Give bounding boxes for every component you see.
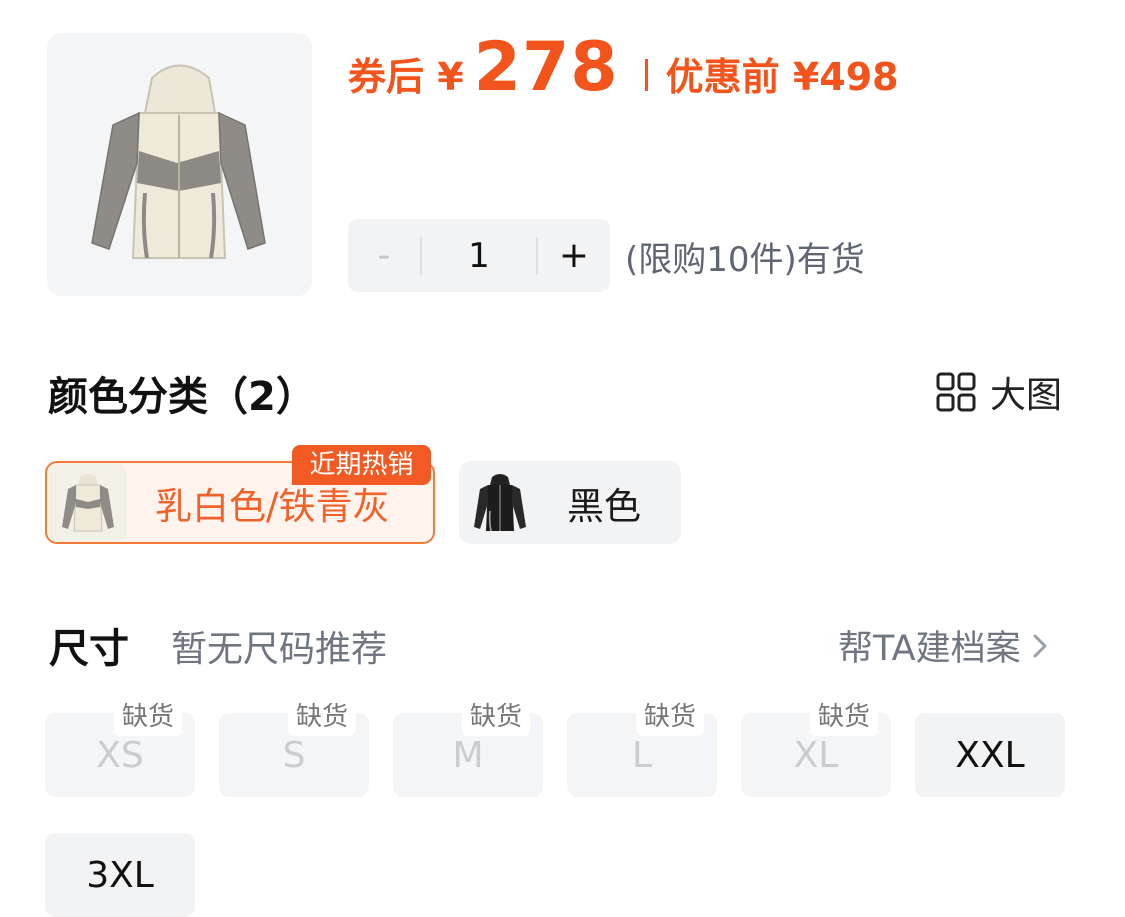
size-label: L: [631, 734, 653, 776]
color-swatch: [461, 463, 539, 542]
color-section-title: 颜色分类（2）: [48, 374, 316, 420]
coupon-price-value: 278: [473, 28, 619, 107]
out-of-stock-badge: 缺货: [288, 698, 357, 736]
size-label: 3XL: [86, 855, 154, 896]
original-price: 优惠前 ¥498: [665, 55, 899, 99]
color-swatch: [49, 463, 127, 542]
size-option-xxl[interactable]: XXL: [915, 713, 1065, 797]
product-image[interactable]: [47, 33, 312, 296]
out-of-stock-badge: 缺货: [636, 698, 705, 736]
big-image-toggle[interactable]: 大图: [936, 366, 1062, 418]
out-of-stock-badge: 缺货: [810, 698, 879, 736]
price-row: 券后 ¥ 278 优惠前 ¥498: [348, 28, 899, 108]
size-label: M: [452, 734, 484, 776]
big-image-label: 大图: [990, 375, 1063, 416]
stock-note: (限购10件)有货: [625, 240, 865, 280]
coupon-price-prefix: 券后 ¥: [348, 55, 464, 99]
jacket-illustration: [91, 64, 266, 259]
size-recommendation-tip: 暂无尺码推荐: [171, 629, 388, 670]
jacket-thumb-black: [474, 473, 526, 531]
hot-sale-badge: 近期热销: [292, 445, 431, 485]
out-of-stock-badge: 缺货: [114, 698, 183, 736]
grid-icon: [936, 372, 976, 412]
create-profile-label: 帮TA建档案: [838, 629, 1021, 669]
size-label: XXL: [955, 734, 1025, 776]
color-option-black[interactable]: 黑色: [459, 461, 681, 544]
chevron-right-icon: [1033, 634, 1047, 657]
size-label: S: [282, 734, 306, 776]
create-profile-link[interactable]: 帮TA建档案: [838, 620, 1051, 671]
size-label: XS: [96, 734, 144, 776]
increase-button[interactable]: +: [538, 219, 610, 292]
size-option-3xl[interactable]: 3XL: [45, 833, 195, 917]
jacket-thumb-cream: [62, 473, 114, 531]
out-of-stock-badge: 缺货: [462, 698, 531, 736]
quantity-value[interactable]: 1: [422, 236, 536, 276]
price-divider: [644, 59, 648, 91]
size-section-title: 尺寸: [49, 626, 129, 672]
decrease-button[interactable]: -: [348, 219, 420, 292]
size-label: XL: [793, 734, 839, 776]
color-option-label: 黑色: [567, 484, 641, 528]
quantity-stepper: - 1 +: [348, 219, 610, 292]
